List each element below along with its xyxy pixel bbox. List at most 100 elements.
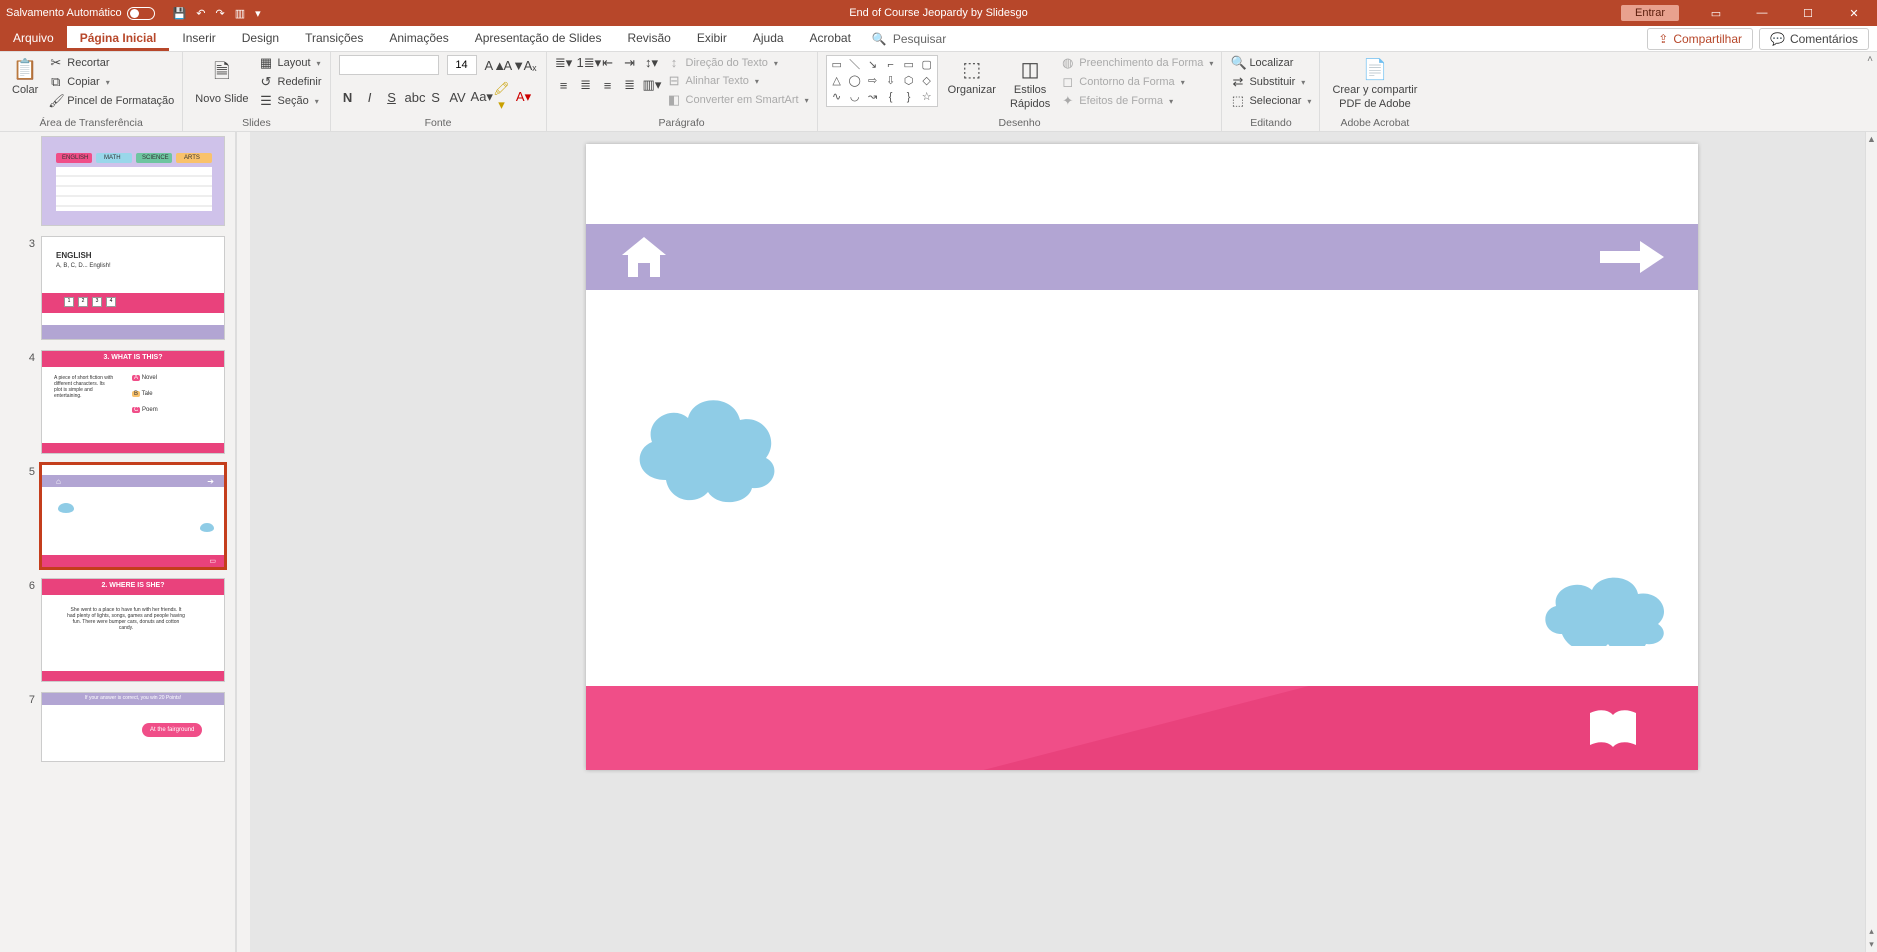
quick-styles-button[interactable]: ◫ Estilos Rápidos xyxy=(1006,55,1054,112)
columns-icon[interactable]: ▥▾ xyxy=(643,77,661,93)
search-box[interactable]: 🔍 Pesquisar xyxy=(872,26,946,51)
save-icon[interactable]: 💾 xyxy=(173,7,187,20)
thumbnail-scrollbar[interactable] xyxy=(236,132,250,952)
slide-thumb-2[interactable]: ENGLISH MATH SCIENCE ARTS xyxy=(41,136,225,226)
slide-thumbnails-panel[interactable]: ENGLISH MATH SCIENCE ARTS 3 ENGLISH A, B… xyxy=(0,132,236,952)
clear-formatting-icon[interactable]: Aₓ xyxy=(523,58,538,73)
numbering-icon[interactable]: 1≣▾ xyxy=(577,55,595,71)
italic-icon[interactable]: I xyxy=(361,90,379,105)
next-slide-icon[interactable]: ▾ xyxy=(1869,939,1874,950)
prev-slide-icon[interactable]: ▴ xyxy=(1869,926,1874,937)
minimize-icon[interactable]: — xyxy=(1739,0,1785,26)
section-button[interactable]: ☰Seção xyxy=(259,93,322,109)
slide-thumb-4[interactable]: 3. WHAT IS THIS? A piece of short fictio… xyxy=(41,350,225,454)
shape-line-icon[interactable]: ＼ xyxy=(847,58,863,72)
slide-canvas-viewport[interactable]: ▲ ▴ ▾ xyxy=(250,132,1877,952)
tab-view[interactable]: Exibir xyxy=(684,26,740,51)
slide-thumb-7[interactable]: If your answer is correct, you win 20 Po… xyxy=(41,692,225,762)
underline-icon[interactable]: S xyxy=(383,90,401,105)
signin-button[interactable]: Entrar xyxy=(1621,5,1679,21)
layout-button[interactable]: ▦Layout xyxy=(259,55,322,71)
text-shadow-icon[interactable]: S xyxy=(427,90,445,105)
tab-transitions[interactable]: Transições xyxy=(292,26,376,51)
shape-oval-icon[interactable]: ◯ xyxy=(847,74,863,88)
tab-slideshow[interactable]: Apresentação de Slides xyxy=(462,26,615,51)
highlight-icon[interactable]: 🖍▾ xyxy=(493,81,511,113)
tab-animations[interactable]: Animações xyxy=(376,26,461,51)
tab-review[interactable]: Revisão xyxy=(614,26,683,51)
format-painter-button[interactable]: 🖌Pincel de Formatação xyxy=(48,93,174,109)
shape-fill-button[interactable]: ◍Preenchimento da Forma xyxy=(1060,55,1213,71)
autosave-toggle[interactable]: Salvamento Automático xyxy=(6,7,155,20)
create-pdf-button[interactable]: 📄 Crear y compartir PDF de Adobe xyxy=(1328,55,1421,112)
shape-arrow-right-icon[interactable]: ⇨ xyxy=(865,74,881,88)
arrow-right-icon[interactable] xyxy=(1596,237,1668,277)
cut-button[interactable]: ✂Recortar xyxy=(48,55,174,71)
toggle-switch-icon[interactable] xyxy=(127,7,155,20)
line-spacing-icon[interactable]: ↕▾ xyxy=(643,55,661,71)
slide-thumb-5[interactable]: ⌂ ➔ ▭ xyxy=(41,464,225,568)
shape-brace-left-icon[interactable]: { xyxy=(883,90,899,104)
slide-canvas[interactable] xyxy=(586,144,1698,770)
shape-freeform-icon[interactable]: ↝ xyxy=(865,90,881,104)
ribbon-display-options-icon[interactable]: ▭ xyxy=(1693,0,1739,26)
shape-arrow-down-icon[interactable]: ⇩ xyxy=(883,74,899,88)
shape-line-arrow-icon[interactable]: ↘ xyxy=(865,58,881,72)
shape-triangle-icon[interactable]: △ xyxy=(829,74,845,88)
replace-button[interactable]: ⇄Substituir xyxy=(1230,74,1311,90)
tab-design[interactable]: Design xyxy=(229,26,292,51)
decrease-indent-icon[interactable]: ⇤ xyxy=(599,55,617,71)
bold-icon[interactable]: N xyxy=(339,90,357,105)
select-button[interactable]: ⬚Selecionar xyxy=(1230,93,1311,109)
maximize-icon[interactable]: ☐ xyxy=(1785,0,1831,26)
font-color-icon[interactable]: A▾ xyxy=(515,89,533,105)
shape-arc-icon[interactable]: ◡ xyxy=(847,90,863,104)
justify-icon[interactable]: ≣ xyxy=(621,77,639,93)
font-name-input[interactable] xyxy=(339,55,439,75)
shape-brace-right-icon[interactable]: } xyxy=(901,90,917,104)
text-direction-button[interactable]: ↕Direção do Texto xyxy=(667,55,809,70)
increase-indent-icon[interactable]: ⇥ xyxy=(621,55,639,71)
scroll-up-icon[interactable]: ▲ xyxy=(1867,134,1876,144)
start-from-beginning-icon[interactable]: ▥ xyxy=(235,7,245,20)
shape-effects-button[interactable]: ✦Efeitos de Forma xyxy=(1060,93,1213,109)
shapes-gallery[interactable]: ▭＼↘⌐▭▢ △◯⇨⇩⬡◇ ∿◡↝{}☆ xyxy=(826,55,938,107)
reset-button[interactable]: ↺Redefinir xyxy=(259,74,322,90)
arrange-button[interactable]: ⬚ Organizar xyxy=(944,55,1000,100)
find-button[interactable]: 🔍Localizar xyxy=(1230,55,1311,71)
convert-smartart-button[interactable]: ◧Converter em SmartArt xyxy=(667,92,809,108)
shape-connector-icon[interactable]: ⌐ xyxy=(883,58,899,72)
new-slide-button[interactable]: 🗎 Novo Slide xyxy=(191,55,252,109)
tab-insert[interactable]: Inserir xyxy=(169,26,228,51)
tab-home[interactable]: Página Inicial xyxy=(67,26,170,51)
character-spacing-icon[interactable]: AV xyxy=(449,90,467,105)
tab-acrobat[interactable]: Acrobat xyxy=(797,26,864,51)
share-button[interactable]: ⇪ Compartilhar xyxy=(1647,28,1753,50)
bullets-icon[interactable]: ≣▾ xyxy=(555,55,573,71)
book-icon[interactable] xyxy=(1586,707,1640,756)
align-center-icon[interactable]: ≣ xyxy=(577,77,595,93)
shape-rect-icon[interactable]: ▭ xyxy=(901,58,917,72)
tab-file[interactable]: Arquivo xyxy=(0,26,67,51)
align-text-button[interactable]: ⊟Alinhar Texto xyxy=(667,73,809,89)
align-left-icon[interactable]: ≡ xyxy=(555,78,573,93)
home-icon[interactable] xyxy=(616,233,672,281)
redo-icon[interactable]: ↷ xyxy=(216,7,225,20)
close-icon[interactable]: ✕ xyxy=(1831,0,1877,26)
tab-help[interactable]: Ajuda xyxy=(740,26,797,51)
shape-curve-icon[interactable]: ∿ xyxy=(829,90,845,104)
shape-textbox-icon[interactable]: ▭ xyxy=(829,58,845,72)
shape-rounded-rect-icon[interactable]: ▢ xyxy=(919,58,935,72)
shape-star-icon[interactable]: ☆ xyxy=(919,90,935,104)
shape-outline-button[interactable]: ◻Contorno da Forma xyxy=(1060,74,1213,90)
font-size-input[interactable] xyxy=(447,55,477,75)
paste-button[interactable]: 📋 Colar xyxy=(8,55,42,100)
comments-button[interactable]: 💬 Comentários xyxy=(1759,28,1869,50)
collapse-ribbon-icon[interactable]: ˄ xyxy=(1867,54,1873,65)
slide-thumb-3[interactable]: ENGLISH A, B, C, D... English! 1 2 3 4 xyxy=(41,236,225,340)
shape-diamond-icon[interactable]: ◇ xyxy=(919,74,935,88)
decrease-font-icon[interactable]: A▼ xyxy=(504,58,519,73)
vertical-scrollbar[interactable]: ▲ ▴ ▾ xyxy=(1865,132,1877,952)
change-case-icon[interactable]: Aa▾ xyxy=(471,89,489,105)
shape-hexagon-icon[interactable]: ⬡ xyxy=(901,74,917,88)
